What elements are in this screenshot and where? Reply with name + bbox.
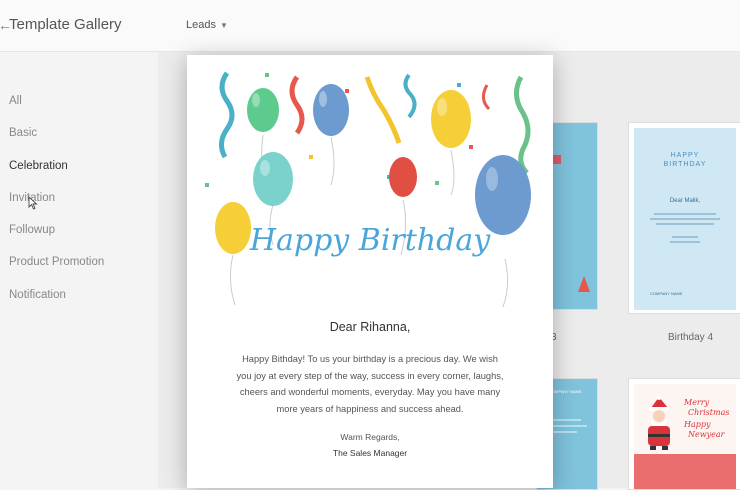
confetti-dot [309,155,313,159]
template-preview-panel: Happy Birthday Dear Rihanna, Happy Bithd… [187,55,553,488]
thumbnail-footer-band [634,454,736,489]
mouse-cursor-icon [28,196,38,210]
balloon-red [389,157,417,197]
thumbnail-heading: Merry [684,398,710,407]
confetti-dot [205,183,209,187]
text-line [672,236,698,238]
template-thumbnail: HAPPY BIRTHDAY Dear Malik, COMPANY NAME [634,128,736,310]
page-title: Template Gallery [9,16,122,33]
preview-regards: Warm Regards, [340,432,400,442]
party-hat-icon [578,276,590,292]
preview-greeting: Dear Rihanna, [329,320,411,334]
streamer-decoration [219,71,235,159]
template-thumbnail: Merry Christmas Happy Newyear [634,384,736,489]
template-card[interactable]: Merry Christmas Happy Newyear [628,378,740,490]
thumbnail-company-logo: COMPANY NAME [549,389,582,394]
template-name: Birthday 4 [668,332,714,343]
balloons-illustration [205,71,531,308]
text-line [670,241,700,243]
sidebar-item-followup[interactable]: Followup [9,224,55,236]
text-line [656,223,714,225]
thumbnail-heading: Newyear [688,430,725,439]
streamer-decoration [514,75,531,175]
balloon-blue [313,84,349,136]
confetti-dot [469,145,473,149]
santa-icon [648,396,670,450]
text-line [650,218,720,220]
sidebar-item-celebration[interactable]: Celebration [9,160,68,172]
module-dropdown-label: Leads [186,19,216,31]
sidebar-item-product-promotion[interactable]: Product Promotion [9,256,104,268]
streamer-decoration [364,76,402,144]
balloon-teal [253,152,293,206]
template-card[interactable]: HAPPY BIRTHDAY Dear Malik, COMPANY NAME [628,122,740,314]
banner-title: Happy Birthday [249,223,491,258]
thumbnail-heading: HAPPY [670,152,700,159]
thumbnail-heading: Christmas [688,408,730,417]
module-dropdown[interactable]: Leads ▼ [186,19,228,31]
streamer-decoration [403,73,417,119]
sidebar-item-all[interactable]: All [9,95,22,107]
thumbnail-heading: Happy [684,420,711,429]
confetti-dot [345,89,349,93]
confetti-dot [457,83,461,87]
confetti-dot [435,181,439,185]
category-sidebar: All Basic Celebration Invitation Followu… [0,52,158,488]
thumbnail-greeting: Dear Malik, [669,198,701,204]
preview-signer: The Sales Manager [332,448,408,458]
balloon-yellow [431,90,471,148]
streamer-decoration [289,75,305,135]
confetti-dot [265,73,269,77]
sidebar-item-basic[interactable]: Basic [9,127,37,139]
top-bar: ← Template Gallery Leads ▼ [0,0,740,52]
text-line [654,213,716,215]
preview-body: Happy Bithday! To us your birthday is a … [236,354,504,414]
streamer-decoration [482,84,491,111]
chevron-down-icon: ▼ [219,21,228,30]
thumbnail-company-logo: COMPANY NAME [650,291,683,296]
balloon-green [247,88,279,132]
sidebar-item-notification[interactable]: Notification [9,289,66,301]
thumbnail-heading: BIRTHDAY [663,161,707,168]
